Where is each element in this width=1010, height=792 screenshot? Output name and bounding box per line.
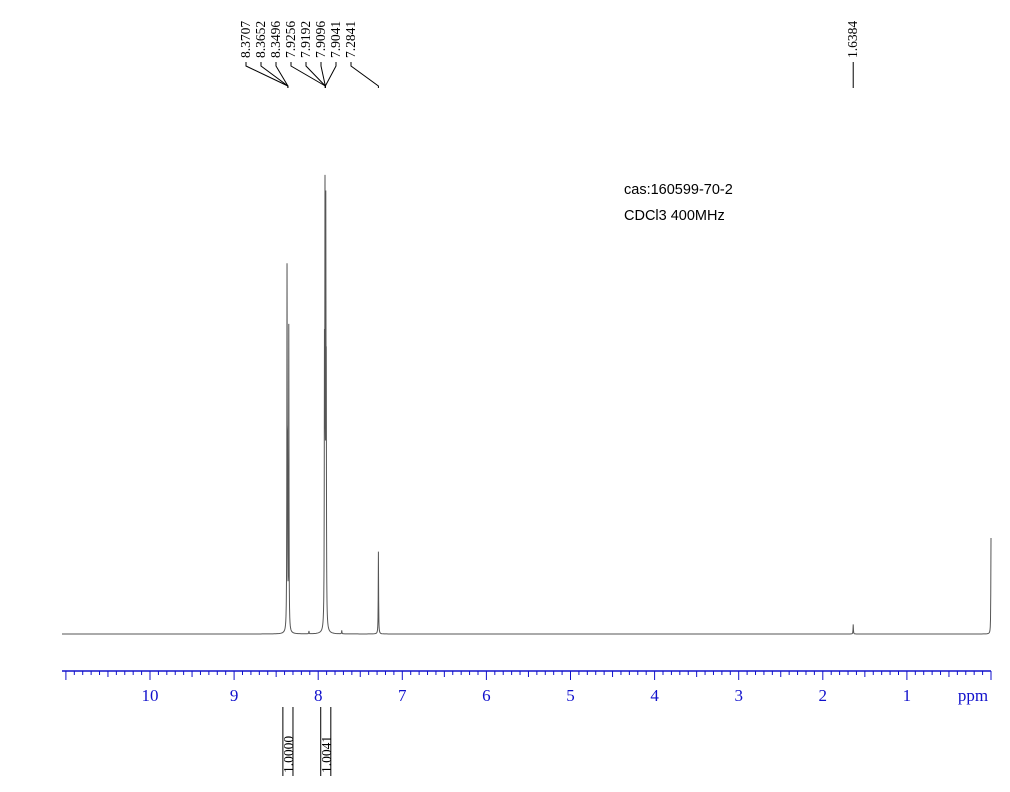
x-tick-label: 4 (650, 686, 659, 705)
x-tick-label: 2 (819, 686, 828, 705)
integral-value: 1.0000 (281, 736, 296, 773)
x-tick-label: 7 (398, 686, 407, 705)
peak-label: 7.9256 (283, 21, 298, 58)
cas-annotation: cas:160599-70-2 (624, 182, 733, 198)
x-tick-label: 6 (482, 686, 491, 705)
x-tick-label: 3 (734, 686, 743, 705)
peak-label: 7.2841 (343, 21, 358, 58)
peak-label: 8.3652 (253, 21, 268, 58)
nmr-spectrum-chart: 8.3707 8.3652 8.3496 7.9256 7.9192 7.9096 7.90… (62, 21, 992, 776)
x-tick-label: 1 (903, 686, 912, 705)
solvent-frequency-annotation: CDCl3 400MHz (624, 208, 725, 224)
spectrum-annotations: cas:160599-70-2 CDCl3 400MHz (624, 182, 733, 224)
peak-label: 1.6384 (845, 21, 860, 58)
peak-label: 8.3496 (268, 21, 283, 58)
spectrum-series-line (62, 174, 992, 635)
peak-labels: 8.3707 8.3652 8.3496 7.9256 7.9192 7.9096 7.90… (238, 21, 860, 88)
x-axis: 10 9 8 7 6 5 4 3 2 1 (62, 670, 992, 705)
integral-value: 1.0041 (319, 736, 334, 773)
x-tick-label: 9 (230, 686, 239, 705)
integral-bracket (282, 707, 294, 712)
peak-leader-line (350, 62, 379, 88)
x-tick-label: 5 (566, 686, 575, 705)
peak-label: 7.9192 (298, 21, 313, 58)
x-tick-label: 8 (314, 686, 323, 705)
x-tick-label: 10 (142, 686, 159, 705)
x-axis-label: ppm (958, 686, 988, 705)
peak-leader-line (324, 62, 337, 88)
integral-bracket (320, 707, 332, 712)
peak-leader-line (290, 62, 326, 88)
peak-label: 8.3707 (238, 21, 253, 58)
peak-label: 7.9096 (313, 21, 328, 58)
peak-label: 7.9041 (328, 21, 343, 58)
integrals: 1.0000 1.0041 (281, 707, 334, 776)
